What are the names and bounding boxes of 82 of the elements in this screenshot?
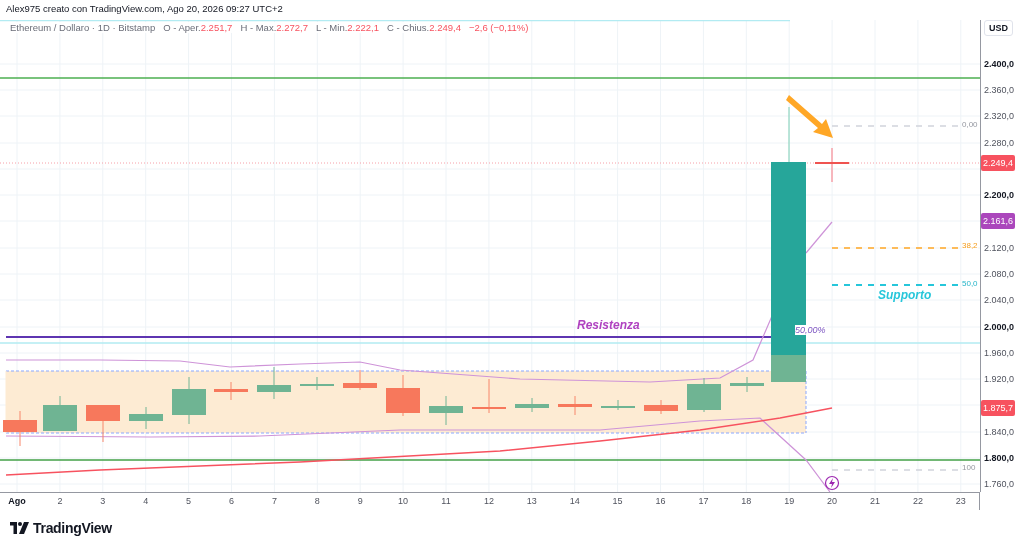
candle: [687, 377, 721, 413]
date-label: 9: [356, 496, 364, 506]
ohlc-label: C - Chius.: [387, 22, 430, 33]
fibonacci-level-label: 38,2: [962, 241, 978, 251]
ohlc-value: 2.249,4: [429, 22, 461, 33]
date-label: 15: [611, 496, 624, 506]
date-label: 8: [313, 496, 321, 506]
ohlc-label: L - Min.: [316, 22, 348, 33]
candle: [172, 376, 206, 425]
date-label: 13: [525, 496, 538, 506]
date-label: 14: [568, 496, 581, 506]
symbol-label: Ethereum / Dollaro · 1D · Bitstamp: [10, 22, 156, 33]
price-tick-label: 2.000,0: [984, 321, 1015, 334]
price-tick-label: 2.280,0: [984, 137, 1015, 150]
date-label: 22: [911, 496, 924, 506]
candle: [214, 381, 248, 401]
candle: [129, 406, 163, 430]
candle: [343, 369, 377, 391]
candle: [86, 404, 120, 443]
date-label: 18: [740, 496, 753, 506]
price-tick-label: 2.040,0: [984, 294, 1015, 307]
price-tag: 2.249,4: [981, 155, 1016, 171]
candle: [558, 395, 592, 416]
ohlc-value: 2.272,7: [276, 22, 308, 33]
upper-band-line: [805, 221, 833, 254]
date-label: 17: [697, 496, 710, 506]
currency-label[interactable]: USD: [984, 20, 1013, 36]
fibonacci-level-label: 50,0: [962, 279, 978, 289]
candle: [644, 399, 678, 415]
price-tick-label: 1.840,0: [984, 426, 1015, 439]
candle: [472, 378, 506, 414]
price-tick-label: 1.920,0: [984, 373, 1015, 386]
date-label: 10: [397, 496, 410, 506]
price-tick-label: 2.400,0: [984, 58, 1015, 71]
date-label: 5: [185, 496, 193, 506]
date-label: 12: [482, 496, 495, 506]
candle: [429, 395, 463, 426]
date-label: 2: [56, 496, 64, 506]
date-label: 7: [270, 496, 278, 506]
price-tick-label: 2.200,0: [984, 189, 1015, 202]
chart-attribution: Alex975 creato con TradingView.com, Ago 20, 2026 09:27 UTC+2: [5, 2, 284, 16]
ohlc-value: 2.251,7: [200, 22, 233, 33]
price-tick-label: 1.800,0: [984, 452, 1015, 465]
chart-annotation: Supporto: [878, 288, 932, 302]
tradingview-logo-icon: [10, 522, 29, 534]
tradingview-logo-text: TradingView: [33, 520, 112, 536]
candle: [515, 397, 549, 413]
date-label: 6: [228, 496, 235, 506]
lightning-icon[interactable]: [824, 475, 840, 491]
candle: [257, 366, 291, 400]
date-label: 20: [826, 496, 839, 506]
ohlc-label: O - Aper.: [163, 22, 201, 33]
date-label: 21: [869, 496, 881, 506]
fibonacci-level-label: 100: [962, 463, 976, 473]
date-label: 23: [954, 496, 967, 506]
ohlc-value: 2.222,1: [347, 22, 379, 33]
date-label: Ago: [7, 496, 27, 506]
candle: [730, 376, 764, 393]
fibonacci-level-label: 0,00: [962, 120, 978, 130]
price-tick-label: 2.080,0: [984, 268, 1015, 281]
date-label: 16: [654, 496, 667, 506]
date-label: 3: [99, 496, 107, 506]
ohlc-label: H - Max.: [240, 22, 277, 33]
date-label: 4: [142, 496, 150, 506]
price-tag: 2.161,6: [981, 213, 1016, 229]
price-tag: 1.875,7: [981, 400, 1016, 416]
candle: [3, 410, 37, 447]
candle: [300, 376, 334, 391]
price-tick-label: 1.960,0: [984, 347, 1015, 360]
date-label: 19: [783, 496, 796, 506]
price-tick-label: 1.760,0: [984, 478, 1015, 491]
arrow-icon: [786, 95, 833, 138]
price-tick-label: 2.120,0: [984, 242, 1015, 255]
price-change: −2,6 (−0,11%): [468, 22, 529, 33]
candle: [386, 374, 420, 417]
chart-annotation: 50,00%: [795, 325, 826, 335]
date-label: 11: [440, 496, 452, 506]
candle: [601, 399, 635, 411]
price-tick-label: 2.360,0: [984, 84, 1015, 97]
candle: [43, 395, 77, 432]
chart-annotation: Resistenza: [577, 318, 640, 332]
price-tick-label: 2.320,0: [984, 110, 1015, 123]
